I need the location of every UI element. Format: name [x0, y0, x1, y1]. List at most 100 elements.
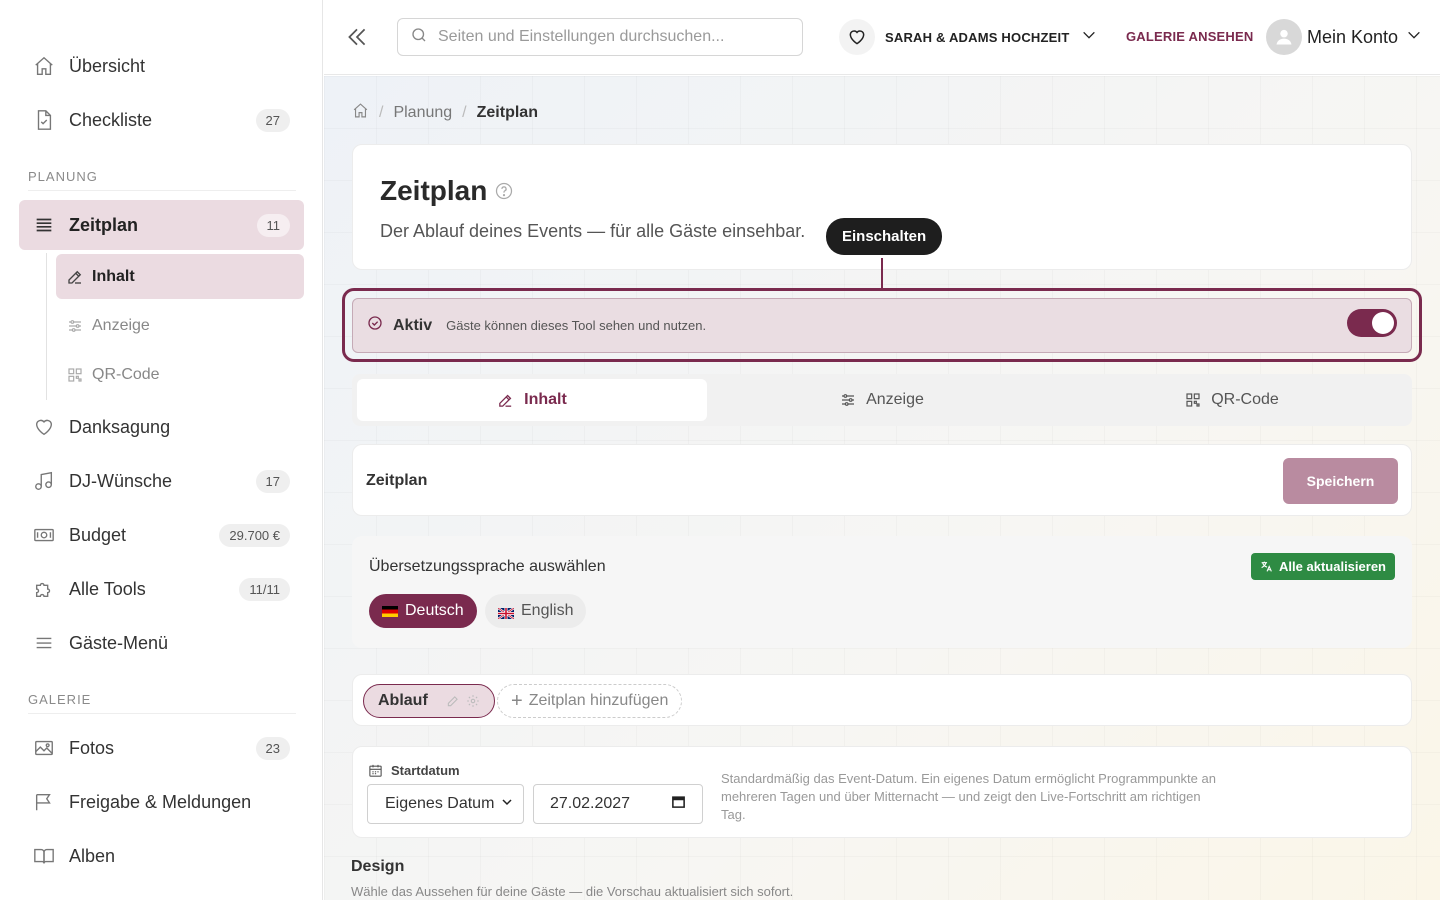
tooltip-connector [881, 258, 883, 290]
book-icon [33, 845, 55, 867]
startdate-card: Startdatum Eigenes Datum 27.02.2027 Stan… [352, 746, 1412, 838]
breadcrumb-separator: / [379, 104, 384, 121]
startdate-hint: Standardmäßig das Event-Datum. Ein eigen… [721, 771, 1216, 822]
page-subtitle: Der Ablauf deines Events — für alle Gäst… [380, 221, 806, 241]
divider [28, 190, 296, 191]
status-description: Gäste können dieses Tool sehen und nutze… [446, 318, 707, 333]
user-icon [1276, 29, 1292, 45]
calendar-icon [368, 763, 383, 778]
collapse-sidebar-button[interactable] [344, 24, 370, 50]
sidebar-item-label: DJ-Wünsche [69, 470, 173, 491]
sidebar-item-label: Übersicht [69, 55, 146, 76]
sidebar-item-budget[interactable]: Budget 29.700 € [19, 510, 304, 560]
page-title: Zeitplan [380, 175, 488, 206]
add-timeline-button[interactable]: + Zeitplan hinzufügen [497, 684, 683, 718]
sidebar-subitem-qrcode[interactable]: QR-Code [56, 352, 304, 397]
count-badge: 11/11 [239, 577, 290, 601]
breadcrumb: / Planung / Zeitplan [352, 102, 538, 124]
zeitplan-section-header: Zeitplan Speichern [352, 444, 1412, 516]
language-chip-english[interactable]: English [485, 594, 587, 628]
section-title: Zeitplan [366, 472, 428, 489]
sidebar-item-danksagung[interactable]: Danksagung [19, 402, 304, 452]
double-chevron-left-icon [348, 28, 366, 46]
search-box[interactable] [397, 18, 803, 56]
startdate-label: Startdatum [368, 763, 460, 778]
sliders-icon [66, 317, 84, 335]
flag-icon [33, 791, 55, 813]
pencil-icon[interactable] [446, 694, 460, 708]
sidebar-subitem-inhalt[interactable]: Inhalt [56, 254, 304, 299]
sidebar-item-freigabe[interactable]: Freigabe & Meldungen [19, 777, 304, 827]
tab-inhalt[interactable]: Inhalt [357, 379, 707, 421]
update-all-label: Alle aktualisieren [1279, 559, 1386, 574]
home-icon[interactable] [352, 102, 369, 124]
sidebar-subitem-label: Inhalt [92, 267, 135, 285]
date-mode-select[interactable]: Eigenes Datum [367, 784, 524, 824]
main-content: / Planung / Zeitplan Zeitplan Der Ablauf… [324, 76, 1440, 900]
language-chip-deutsch[interactable]: Deutsch [369, 594, 477, 628]
menu-icon [33, 632, 55, 654]
calendar-icon[interactable] [671, 794, 686, 814]
sidebar-item-label: Danksagung [69, 416, 171, 437]
date-input[interactable]: 27.02.2027 [533, 784, 703, 824]
tab-anzeige[interactable]: Anzeige [707, 379, 1057, 421]
event-selector[interactable]: SARAH & ADAMS HOCHZEIT [839, 18, 1097, 56]
sidebar: Übersicht Checkliste 27 PLANUNG Zeitplan… [0, 0, 323, 900]
save-button[interactable]: Speichern [1283, 458, 1398, 504]
tool-status-bar: Aktiv Gäste können dieses Tool sehen und… [352, 298, 1412, 353]
event-name: SARAH & ADAMS HOCHZEIT [885, 29, 1070, 45]
checklist-icon [33, 109, 55, 131]
section-title-planung: PLANUNG [28, 169, 98, 184]
view-gallery-link[interactable]: GALERIE ANSEHEN [1126, 29, 1253, 44]
section-title-galerie: GALERIE [28, 692, 92, 707]
search-input[interactable] [438, 28, 778, 46]
heart-icon [33, 416, 55, 438]
translation-title: Übersetzungssprache auswählen [369, 558, 606, 575]
heart-icon [839, 19, 875, 55]
sidebar-item-uebersicht[interactable]: Übersicht [19, 41, 304, 91]
qrcode-icon [66, 366, 84, 384]
account-menu[interactable]: Mein Konto [1266, 18, 1422, 56]
active-toggle[interactable] [1347, 309, 1397, 337]
account-label: Mein Konto [1307, 26, 1399, 47]
image-icon [33, 737, 55, 759]
update-all-button[interactable]: Alle aktualisieren [1251, 553, 1395, 580]
music-icon [33, 470, 55, 492]
sidebar-item-gaeste-menue[interactable]: Gäste-Menü [19, 618, 304, 668]
avatar [1266, 19, 1302, 55]
sidebar-item-checkliste[interactable]: Checkliste 27 [19, 95, 304, 145]
toggle-tooltip: Einschalten [826, 218, 943, 255]
startdate-label-text: Startdatum [391, 763, 460, 778]
sidebar-item-zeitplan[interactable]: Zeitplan 11 [19, 200, 304, 250]
sidebar-item-label: Checkliste [69, 109, 153, 130]
edit-icon [66, 268, 84, 286]
count-badge: 17 [255, 469, 290, 493]
breadcrumb-current: Zeitplan [476, 104, 538, 121]
sidebar-subitem-anzeige[interactable]: Anzeige [56, 303, 304, 348]
sidebar-item-label: Fotos [69, 737, 115, 758]
design-subtitle: Wähle das Aussehen für deine Gäste — die… [351, 884, 794, 899]
count-badge: 27 [255, 108, 290, 132]
tab-qrcode[interactable]: QR-Code [1057, 379, 1407, 421]
sidebar-item-label: Gäste-Menü [69, 632, 169, 653]
language-label: Deutsch [405, 602, 464, 619]
sidebar-item-fotos[interactable]: Fotos 23 [19, 723, 304, 773]
chevron-down-icon [501, 795, 513, 813]
edit-icon [497, 392, 514, 409]
translate-icon [1260, 560, 1273, 573]
sidebar-item-alben[interactable]: Alben [19, 831, 304, 881]
sidebar-subitem-label: QR-Code [92, 365, 160, 383]
gear-icon[interactable] [466, 694, 480, 708]
sidebar-item-label: Alle Tools [69, 578, 146, 599]
submenu-line [46, 253, 47, 400]
language-label: English [521, 602, 574, 619]
help-icon[interactable] [494, 181, 514, 206]
sidebar-item-alle-tools[interactable]: Alle Tools 11/11 [19, 564, 304, 614]
sliders-icon [840, 392, 856, 408]
check-circle-icon [367, 315, 383, 336]
amount-badge: 29.700 € [219, 523, 290, 547]
breadcrumb-planung[interactable]: Planung [393, 104, 452, 122]
timeline-chip-ablauf[interactable]: Ablauf [363, 684, 495, 718]
sidebar-item-dj-wuensche[interactable]: DJ-Wünsche 17 [19, 456, 304, 506]
breadcrumb-separator: / [462, 104, 467, 121]
